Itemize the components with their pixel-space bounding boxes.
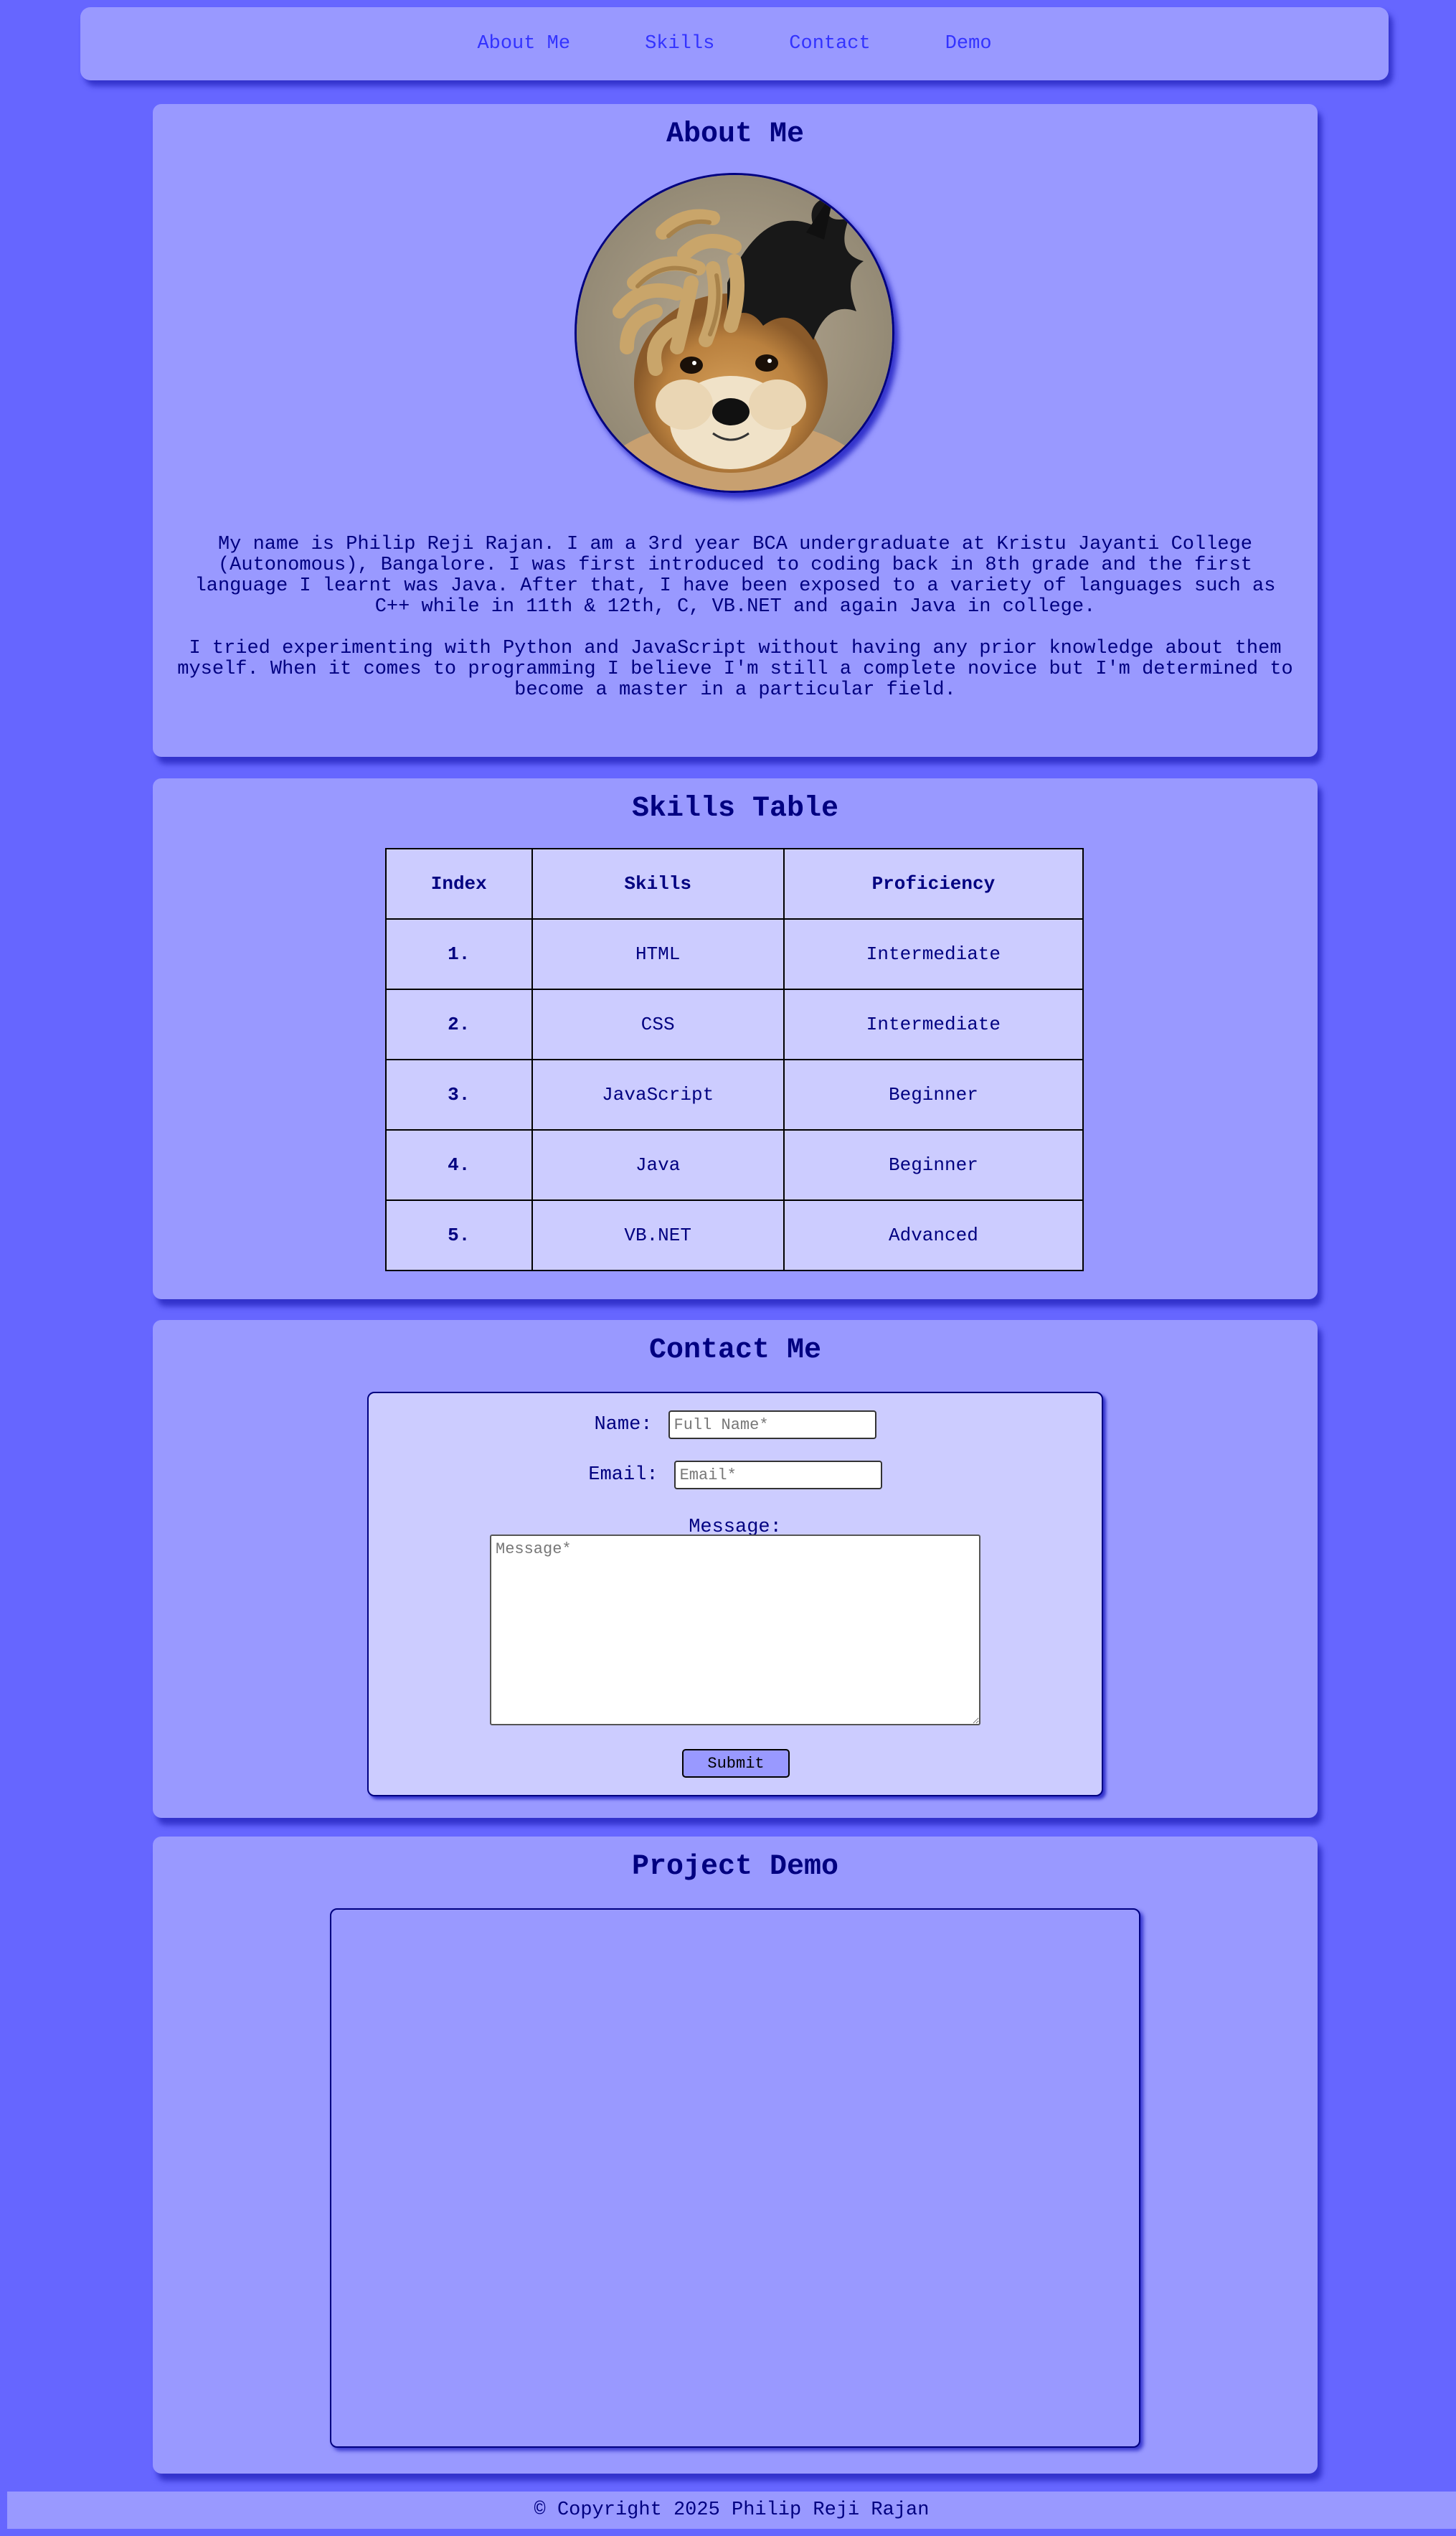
contact-form: Name: Email: Message: Submit bbox=[367, 1392, 1103, 1796]
message-field[interactable] bbox=[490, 1535, 980, 1725]
about-paragraph-2: I tried experimenting with Python and Ja… bbox=[177, 638, 1293, 701]
row-skill: VB.NET bbox=[531, 1199, 785, 1271]
contact-section: Contact Me Name: Email: Message: Submit bbox=[153, 1320, 1318, 1818]
about-paragraph-1: My name is Philip Reji Rajan. I am a 3rd… bbox=[194, 534, 1276, 618]
about-section: About Me My name is Philip Reji Rajan. I… bbox=[153, 104, 1318, 757]
row-proficiency: Intermediate bbox=[783, 989, 1084, 1060]
column-header-index: Index bbox=[385, 848, 533, 920]
avatar-image bbox=[577, 175, 892, 491]
row-skill: Java bbox=[531, 1129, 785, 1201]
table-row: 4. Java Beginner bbox=[385, 1129, 1084, 1201]
table-row: 1. HTML Intermediate bbox=[385, 918, 1084, 990]
table-row: 5. VB.NET Advanced bbox=[385, 1199, 1084, 1271]
nav-link-about[interactable]: About Me bbox=[477, 33, 570, 55]
column-header-skills: Skills bbox=[531, 848, 785, 920]
row-proficiency: Intermediate bbox=[783, 918, 1084, 990]
table-row: 3. JavaScript Beginner bbox=[385, 1059, 1084, 1131]
table-row: 2. CSS Intermediate bbox=[385, 989, 1084, 1060]
row-index: 2. bbox=[385, 989, 533, 1060]
row-index: 4. bbox=[385, 1129, 533, 1201]
email-row: Email: bbox=[369, 1461, 1102, 1489]
row-index: 5. bbox=[385, 1199, 533, 1271]
row-index: 1. bbox=[385, 918, 533, 990]
avatar bbox=[575, 173, 894, 493]
name-row: Name: bbox=[369, 1410, 1102, 1439]
demo-section: Project Demo bbox=[153, 1837, 1318, 2474]
top-navbar: About Me Skills Contact Demo bbox=[80, 7, 1389, 80]
row-proficiency: Advanced bbox=[783, 1199, 1084, 1271]
submit-button[interactable]: Submit bbox=[682, 1749, 790, 1778]
skills-title: Skills Table bbox=[631, 793, 839, 825]
name-label: Name: bbox=[594, 1414, 653, 1436]
about-bio: My name is Philip Reji Rajan. I am a 3rd… bbox=[173, 534, 1297, 722]
skills-section: Skills Table Index Skills Proficiency 1.… bbox=[153, 778, 1318, 1299]
about-title: About Me bbox=[666, 118, 805, 151]
table-header-row: Index Skills Proficiency bbox=[385, 848, 1084, 920]
row-skill: JavaScript bbox=[531, 1059, 785, 1131]
email-label: Email: bbox=[588, 1464, 658, 1486]
row-proficiency: Beginner bbox=[783, 1129, 1084, 1201]
demo-frame[interactable] bbox=[330, 1908, 1140, 2448]
demo-title: Project Demo bbox=[631, 1851, 839, 1883]
nav-link-demo[interactable]: Demo bbox=[945, 33, 992, 55]
row-proficiency: Beginner bbox=[783, 1059, 1084, 1131]
row-skill: CSS bbox=[531, 989, 785, 1060]
footer: © Copyright 2025 Philip Reji Rajan bbox=[7, 2492, 1456, 2529]
name-field[interactable] bbox=[668, 1410, 876, 1439]
copyright-text: © Copyright 2025 Philip Reji Rajan bbox=[534, 2499, 930, 2521]
row-skill: HTML bbox=[531, 918, 785, 990]
column-header-proficiency: Proficiency bbox=[783, 848, 1084, 920]
email-field[interactable] bbox=[673, 1461, 882, 1489]
nav-link-skills[interactable]: Skills bbox=[645, 33, 714, 55]
contact-title: Contact Me bbox=[648, 1334, 822, 1367]
nav-link-contact[interactable]: Contact bbox=[789, 33, 870, 55]
row-index: 3. bbox=[385, 1059, 533, 1131]
skills-table: Index Skills Proficiency 1. HTML Interme… bbox=[385, 848, 1084, 1271]
